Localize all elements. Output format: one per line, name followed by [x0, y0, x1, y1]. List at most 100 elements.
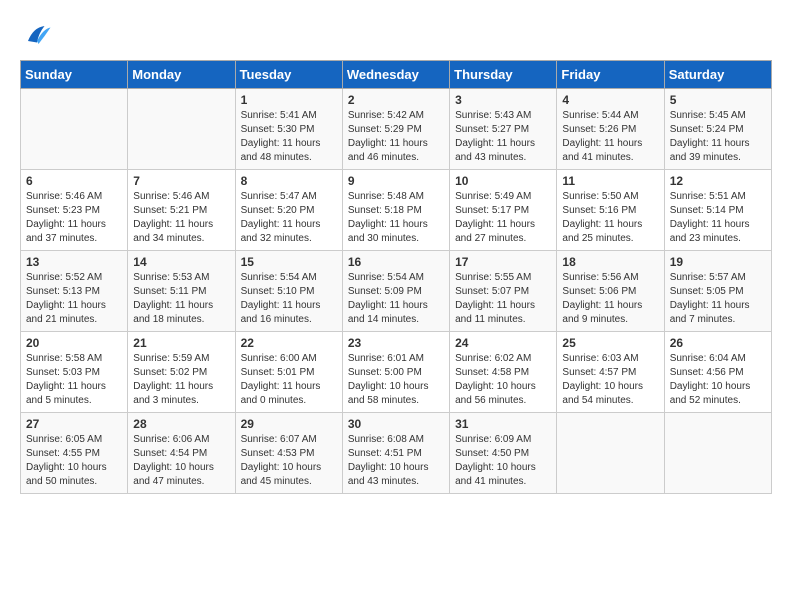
calendar-cell: 6 Sunrise: 5:46 AM Sunset: 5:23 PM Daylig…	[21, 170, 128, 251]
calendar-cell: 1 Sunrise: 5:41 AM Sunset: 5:30 PM Daylig…	[235, 89, 342, 170]
calendar-cell: 7 Sunrise: 5:46 AM Sunset: 5:21 PM Daylig…	[128, 170, 235, 251]
calendar-cell: 30Sunrise: 6:08 AM Sunset: 4:51 PM Dayli…	[342, 413, 449, 494]
day-number: 18	[562, 255, 658, 269]
cell-content: Sunrise: 5:57 AM Sunset: 5:05 PM Dayligh…	[670, 271, 766, 327]
day-number: 28	[133, 417, 229, 431]
cell-content: Sunrise: 5:54 AM Sunset: 5:10 PM Dayligh…	[241, 271, 337, 327]
page-header	[20, 20, 772, 50]
day-number: 11	[562, 174, 658, 188]
calendar-cell: 14Sunrise: 5:53 AM Sunset: 5:11 PM Dayli…	[128, 251, 235, 332]
column-header-thursday: Thursday	[450, 61, 557, 89]
day-number: 29	[241, 417, 337, 431]
column-header-sunday: Sunday	[21, 61, 128, 89]
cell-content: Sunrise: 5:46 AM Sunset: 5:21 PM Dayligh…	[133, 190, 229, 246]
day-number: 24	[455, 336, 551, 350]
calendar-cell: 16Sunrise: 5:54 AM Sunset: 5:09 PM Dayli…	[342, 251, 449, 332]
day-number: 30	[348, 417, 444, 431]
calendar-cell: 31 Sunrise: 6:09 AM Sunset: 4:50 PM Dayli…	[450, 413, 557, 494]
day-number: 7	[133, 174, 229, 188]
calendar-cell: 29Sunrise: 6:07 AM Sunset: 4:53 PM Dayli…	[235, 413, 342, 494]
day-number: 15	[241, 255, 337, 269]
column-header-monday: Monday	[128, 61, 235, 89]
calendar-cell: 15 Sunrise: 5:54 AM Sunset: 5:10 PM Dayli…	[235, 251, 342, 332]
cell-content: Sunrise: 5:49 AM Sunset: 5:17 PM Dayligh…	[455, 190, 551, 246]
calendar-cell: 9 Sunrise: 5:48 AM Sunset: 5:18 PM Daylig…	[342, 170, 449, 251]
cell-content: Sunrise: 5:43 AM Sunset: 5:27 PM Dayligh…	[455, 109, 551, 165]
cell-content: Sunrise: 5:52 AM Sunset: 5:13 PM Dayligh…	[26, 271, 122, 327]
day-number: 25	[562, 336, 658, 350]
day-number: 19	[670, 255, 766, 269]
calendar-cell: 23 Sunrise: 6:01 AM Sunset: 5:00 PM Dayli…	[342, 332, 449, 413]
calendar-cell: 10 Sunrise: 5:49 AM Sunset: 5:17 PM Dayli…	[450, 170, 557, 251]
cell-content: Sunrise: 5:45 AM Sunset: 5:24 PM Dayligh…	[670, 109, 766, 165]
calendar-week-row: 27 Sunrise: 6:05 AM Sunset: 4:55 PM Dayli…	[21, 413, 772, 494]
day-number: 4	[562, 93, 658, 107]
day-number: 26	[670, 336, 766, 350]
cell-content: Sunrise: 5:46 AM Sunset: 5:23 PM Dayligh…	[26, 190, 122, 246]
cell-content: Sunrise: 5:41 AM Sunset: 5:30 PM Dayligh…	[241, 109, 337, 165]
day-number: 23	[348, 336, 444, 350]
day-number: 14	[133, 255, 229, 269]
cell-content: Sunrise: 6:03 AM Sunset: 4:57 PM Dayligh…	[562, 352, 658, 408]
cell-content: Sunrise: 6:00 AM Sunset: 5:01 PM Dayligh…	[241, 352, 337, 408]
column-header-friday: Friday	[557, 61, 664, 89]
cell-content: Sunrise: 5:51 AM Sunset: 5:14 PM Dayligh…	[670, 190, 766, 246]
calendar-cell	[21, 89, 128, 170]
cell-content: Sunrise: 6:01 AM Sunset: 5:00 PM Dayligh…	[348, 352, 444, 408]
day-number: 8	[241, 174, 337, 188]
calendar-cell: 12 Sunrise: 5:51 AM Sunset: 5:14 PM Dayli…	[664, 170, 771, 251]
day-number: 1	[241, 93, 337, 107]
calendar-cell: 8 Sunrise: 5:47 AM Sunset: 5:20 PM Daylig…	[235, 170, 342, 251]
calendar-cell: 3 Sunrise: 5:43 AM Sunset: 5:27 PM Daylig…	[450, 89, 557, 170]
cell-content: Sunrise: 6:09 AM Sunset: 4:50 PM Dayligh…	[455, 433, 551, 489]
calendar-cell: 2 Sunrise: 5:42 AM Sunset: 5:29 PM Daylig…	[342, 89, 449, 170]
cell-content: Sunrise: 5:55 AM Sunset: 5:07 PM Dayligh…	[455, 271, 551, 327]
column-header-tuesday: Tuesday	[235, 61, 342, 89]
logo-bird-icon	[22, 20, 52, 50]
calendar-cell: 26 Sunrise: 6:04 AM Sunset: 4:56 PM Dayli…	[664, 332, 771, 413]
calendar-header-row: SundayMondayTuesdayWednesdayThursdayFrid…	[21, 61, 772, 89]
calendar-cell	[128, 89, 235, 170]
calendar-cell: 11Sunrise: 5:50 AM Sunset: 5:16 PM Dayli…	[557, 170, 664, 251]
day-number: 9	[348, 174, 444, 188]
cell-content: Sunrise: 5:42 AM Sunset: 5:29 PM Dayligh…	[348, 109, 444, 165]
calendar-cell: 4Sunrise: 5:44 AM Sunset: 5:26 PM Daylig…	[557, 89, 664, 170]
day-number: 12	[670, 174, 766, 188]
cell-content: Sunrise: 6:04 AM Sunset: 4:56 PM Dayligh…	[670, 352, 766, 408]
calendar-week-row: 20Sunrise: 5:58 AM Sunset: 5:03 PM Dayli…	[21, 332, 772, 413]
day-number: 21	[133, 336, 229, 350]
calendar-cell	[557, 413, 664, 494]
day-number: 6	[26, 174, 122, 188]
day-number: 10	[455, 174, 551, 188]
calendar-cell	[664, 413, 771, 494]
day-number: 13	[26, 255, 122, 269]
day-number: 31	[455, 417, 551, 431]
day-number: 5	[670, 93, 766, 107]
day-number: 16	[348, 255, 444, 269]
calendar-cell: 25 Sunrise: 6:03 AM Sunset: 4:57 PM Dayli…	[557, 332, 664, 413]
calendar-cell: 5 Sunrise: 5:45 AM Sunset: 5:24 PM Daylig…	[664, 89, 771, 170]
calendar-cell: 18 Sunrise: 5:56 AM Sunset: 5:06 PM Dayli…	[557, 251, 664, 332]
logo	[20, 20, 52, 50]
cell-content: Sunrise: 6:06 AM Sunset: 4:54 PM Dayligh…	[133, 433, 229, 489]
day-number: 27	[26, 417, 122, 431]
day-number: 20	[26, 336, 122, 350]
cell-content: Sunrise: 5:47 AM Sunset: 5:20 PM Dayligh…	[241, 190, 337, 246]
day-number: 17	[455, 255, 551, 269]
day-number: 3	[455, 93, 551, 107]
cell-content: Sunrise: 6:05 AM Sunset: 4:55 PM Dayligh…	[26, 433, 122, 489]
day-number: 2	[348, 93, 444, 107]
calendar-cell: 21 Sunrise: 5:59 AM Sunset: 5:02 PM Dayli…	[128, 332, 235, 413]
calendar-cell: 28 Sunrise: 6:06 AM Sunset: 4:54 PM Dayli…	[128, 413, 235, 494]
column-header-saturday: Saturday	[664, 61, 771, 89]
cell-content: Sunrise: 5:59 AM Sunset: 5:02 PM Dayligh…	[133, 352, 229, 408]
cell-content: Sunrise: 5:48 AM Sunset: 5:18 PM Dayligh…	[348, 190, 444, 246]
cell-content: Sunrise: 5:56 AM Sunset: 5:06 PM Dayligh…	[562, 271, 658, 327]
calendar-cell: 17 Sunrise: 5:55 AM Sunset: 5:07 PM Dayli…	[450, 251, 557, 332]
calendar-cell: 27 Sunrise: 6:05 AM Sunset: 4:55 PM Dayli…	[21, 413, 128, 494]
calendar-cell: 19 Sunrise: 5:57 AM Sunset: 5:05 PM Dayli…	[664, 251, 771, 332]
column-header-wednesday: Wednesday	[342, 61, 449, 89]
cell-content: Sunrise: 6:02 AM Sunset: 4:58 PM Dayligh…	[455, 352, 551, 408]
calendar-week-row: 1 Sunrise: 5:41 AM Sunset: 5:30 PM Daylig…	[21, 89, 772, 170]
calendar-week-row: 13 Sunrise: 5:52 AM Sunset: 5:13 PM Dayli…	[21, 251, 772, 332]
